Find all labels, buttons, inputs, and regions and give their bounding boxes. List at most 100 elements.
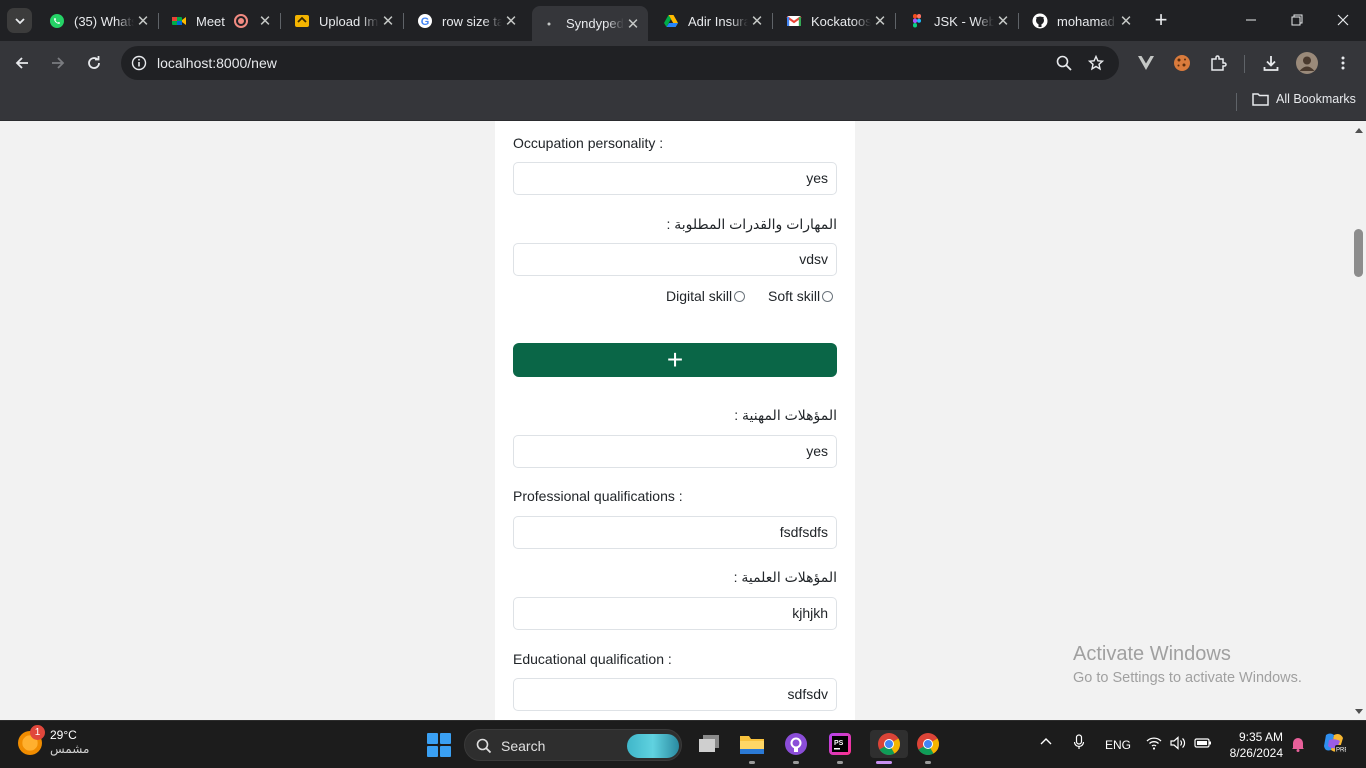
running-indicator	[793, 761, 799, 764]
notifications-bell-icon[interactable]	[1291, 736, 1305, 755]
digital-skill-option[interactable]: Digital skill	[666, 288, 746, 304]
restore-icon	[1291, 14, 1303, 26]
wifi-icon[interactable]	[1146, 736, 1162, 753]
professional-qualifications-input[interactable]: fsdfsdfs	[513, 516, 837, 549]
professional-qualifications-label: Professional qualifications :	[513, 488, 683, 504]
tab-title: Kockatoos	[811, 13, 871, 29]
back-button[interactable]	[8, 49, 36, 77]
tab-github[interactable]: mohamad ✕	[1023, 6, 1141, 36]
tab-separator	[158, 13, 159, 29]
close-icon[interactable]: ✕	[134, 12, 152, 30]
educational-qualifications-ar-input[interactable]: kjhjkh	[513, 597, 837, 630]
bookmark-star-icon[interactable]	[1085, 52, 1107, 74]
taskbar-search[interactable]: Search	[464, 729, 682, 761]
tab-title: Meet	[196, 13, 225, 29]
zoom-icon[interactable]	[1053, 52, 1075, 74]
close-icon[interactable]: ✕	[502, 12, 520, 30]
loading-icon	[541, 16, 557, 32]
new-tab-button[interactable]: +	[1150, 9, 1172, 31]
tab-upload[interactable]: Upload Image ✕	[285, 6, 404, 36]
all-bookmarks-label: All Bookmarks	[1276, 92, 1356, 106]
restore-button[interactable]	[1282, 8, 1312, 32]
site-info-icon[interactable]	[130, 54, 148, 72]
chrome-app-profile-2[interactable]	[914, 730, 942, 764]
professional-qualifications-ar-input[interactable]: yes	[513, 435, 837, 468]
download-icon[interactable]	[1260, 52, 1282, 74]
activate-windows-watermark: Activate Windows Go to Settings to activ…	[1073, 643, 1302, 686]
github-desktop-icon	[785, 733, 807, 755]
close-icon[interactable]: ✕	[748, 12, 766, 30]
soft-skill-label: Soft skill	[768, 288, 821, 304]
vuejs-devtools-icon[interactable]	[1135, 52, 1157, 74]
tab-google-search[interactable]: G row size tailwind ✕	[408, 6, 526, 36]
chevron-up-icon	[1040, 738, 1052, 745]
more-menu-icon[interactable]	[1332, 52, 1354, 74]
language-indicator[interactable]: ENG	[1105, 738, 1131, 752]
reload-button[interactable]	[80, 49, 108, 77]
forward-button[interactable]	[44, 49, 72, 77]
close-icon[interactable]: ✕	[624, 15, 642, 33]
search-highlight-art	[627, 734, 679, 758]
gmail-icon	[786, 13, 802, 29]
close-icon[interactable]: ✕	[871, 12, 889, 30]
task-view-app[interactable]	[695, 730, 723, 758]
figma-icon	[909, 13, 925, 29]
search-placeholder: Search	[501, 738, 546, 754]
file-explorer-app[interactable]	[738, 730, 766, 764]
close-icon	[1337, 14, 1349, 26]
github-desktop-app[interactable]	[782, 730, 810, 764]
weather-widget[interactable]: 1 29°C مشمس	[18, 724, 89, 757]
volume-icon[interactable]	[1170, 736, 1186, 753]
system-clock[interactable]: 9:35 AM 8/26/2024	[1228, 729, 1283, 761]
page-scrollbar[interactable]	[1350, 121, 1366, 720]
occupation-personality-label: Occupation personality :	[513, 135, 664, 151]
tab-title: Adir Insurance	[688, 13, 748, 29]
chrome-app-profile-1[interactable]	[870, 730, 908, 764]
battery-icon[interactable]	[1194, 737, 1212, 752]
tab-whatsapp[interactable]: (35) WhatsApp ✕	[40, 6, 159, 36]
occupation-personality-input[interactable]: yes	[513, 162, 837, 195]
cookie-extension-icon[interactable]	[1171, 52, 1193, 74]
browser-toolbar: localhost:8000/new	[0, 41, 1366, 85]
educational-qualification-input[interactable]: sdfsdv	[513, 678, 837, 711]
educational-qualification-label: Educational qualification :	[513, 651, 672, 667]
minimize-button[interactable]	[1236, 8, 1266, 32]
tab-figma[interactable]: JSK - Website ✕	[900, 6, 1019, 36]
copilot-icon[interactable]: PRE	[1322, 732, 1348, 757]
all-bookmarks-button[interactable]: All Bookmarks	[1252, 92, 1356, 106]
scroll-up-icon[interactable]	[1354, 125, 1363, 134]
scroll-down-icon[interactable]	[1354, 707, 1363, 716]
close-icon[interactable]: ✕	[379, 12, 397, 30]
skills-ar-input[interactable]: vdsv	[513, 243, 837, 276]
close-window-button[interactable]	[1328, 8, 1358, 32]
close-icon[interactable]: ✕	[994, 12, 1012, 30]
show-hidden-icons[interactable]	[1040, 735, 1052, 749]
close-icon[interactable]: ✕	[1117, 12, 1135, 30]
profile-avatar[interactable]	[1296, 52, 1318, 74]
extensions-icon[interactable]	[1207, 52, 1229, 74]
soft-skill-option[interactable]: Soft skill	[768, 288, 834, 304]
arrow-right-icon	[52, 57, 65, 69]
close-icon[interactable]: ✕	[256, 12, 274, 30]
phpstorm-app[interactable]: PS	[826, 730, 854, 764]
soft-skill-radio[interactable]	[822, 290, 834, 302]
tab-separator	[895, 13, 896, 29]
tab-search-button[interactable]	[7, 8, 32, 33]
tab-adir[interactable]: Adir Insurance ✕	[654, 6, 773, 36]
add-skill-button[interactable]: +	[513, 343, 837, 377]
phpstorm-icon: PS	[829, 733, 851, 755]
tab-strip: (35) WhatsApp ✕ Meet ✕ Upload Image ✕ G …	[0, 0, 1366, 41]
url-text[interactable]: localhost:8000/new	[157, 55, 277, 71]
tab-syndypedia[interactable]: Syndypedia ✕	[532, 6, 648, 41]
digital-skill-radio[interactable]	[734, 290, 746, 302]
toolbar-separator	[1244, 55, 1245, 73]
google-icon: G	[417, 13, 433, 29]
search-icon	[476, 738, 492, 759]
start-button[interactable]	[427, 733, 451, 757]
tab-gmail[interactable]: Kockatoos ✕	[777, 6, 896, 36]
running-indicator	[925, 761, 931, 764]
tab-meet[interactable]: Meet ✕	[162, 6, 281, 36]
scroll-thumb[interactable]	[1354, 229, 1363, 277]
microphone-icon[interactable]	[1073, 734, 1085, 753]
address-bar[interactable]: localhost:8000/new	[121, 46, 1119, 80]
